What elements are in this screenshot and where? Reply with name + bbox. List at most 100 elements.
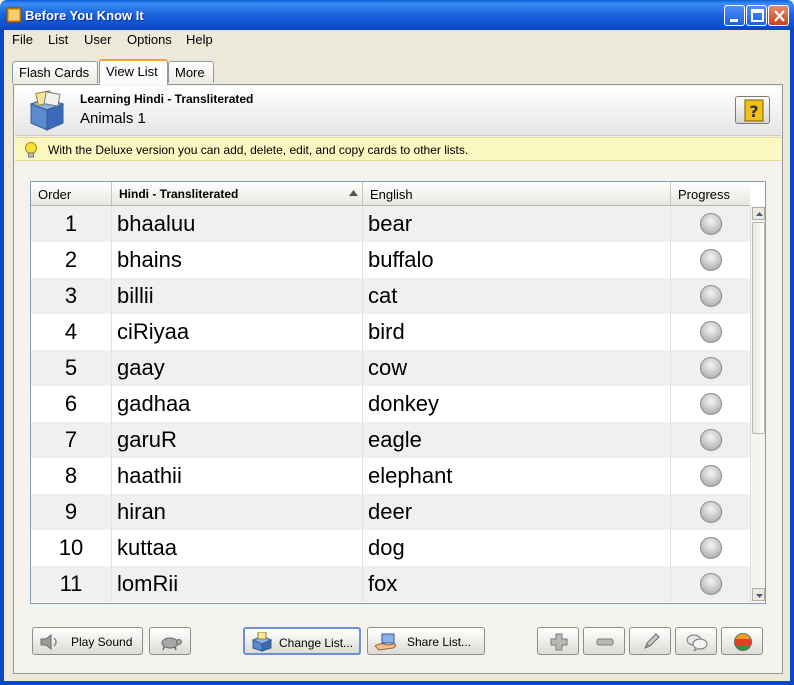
cell-hindi: bhains <box>112 242 363 278</box>
maximize-button[interactable] <box>746 5 767 26</box>
column-english[interactable]: English <box>363 182 671 205</box>
window-title: Before You Know It <box>25 8 144 23</box>
share-list-label: Share List... <box>407 635 472 649</box>
cell-order: 9 <box>31 494 112 530</box>
cell-progress <box>671 242 750 278</box>
cell-progress <box>671 566 750 602</box>
table-row[interactable]: 2 bhains buffalo <box>31 242 750 278</box>
column-order-label: Order <box>38 187 72 202</box>
change-list-button[interactable]: Change List... <box>243 627 361 655</box>
cell-order: 3 <box>31 278 112 314</box>
menu-help[interactable]: Help <box>186 32 213 47</box>
tab-more-label: More <box>175 65 205 80</box>
app-icon <box>6 7 22 23</box>
table-row[interactable]: 10 kuttaa dog <box>31 530 750 566</box>
cell-progress <box>671 350 750 386</box>
table-row[interactable]: 7 garuR eagle <box>31 422 750 458</box>
change-list-label: Change List... <box>279 636 354 650</box>
cell-hindi: kuttaa <box>112 530 363 566</box>
table-row[interactable]: 11 lomRii fox <box>31 566 750 602</box>
cell-progress <box>671 278 750 314</box>
minimize-button[interactable] <box>724 5 745 26</box>
table-row[interactable]: 3 billii cat <box>31 278 750 314</box>
table-row[interactable]: 8 haathii elephant <box>31 458 750 494</box>
column-progress[interactable]: Progress <box>671 182 750 205</box>
menu-list[interactable]: List <box>48 32 68 47</box>
table-row[interactable]: 4 ciRiyaa bird <box>31 314 750 350</box>
window-frame-right <box>790 30 794 685</box>
notice-text: With the Deluxe version you can add, del… <box>48 143 469 157</box>
cell-english: fox <box>363 566 671 602</box>
table-row[interactable]: 9 hiran deer <box>31 494 750 530</box>
progress-indicator-icon <box>700 285 722 307</box>
menu-user[interactable]: User <box>84 32 111 47</box>
pencil-icon <box>644 633 660 649</box>
cell-order: 11 <box>31 566 112 602</box>
column-hindi[interactable]: Hindi - Transliterated <box>112 182 363 205</box>
table-row[interactable]: 1 bhaaluu bear <box>31 206 750 242</box>
list-header: Learning Hindi - Transliterated Animals … <box>15 86 781 136</box>
progress-indicator-icon <box>700 501 722 523</box>
scroll-thumb[interactable] <box>752 222 765 434</box>
cell-order: 2 <box>31 242 112 278</box>
cell-order: 8 <box>31 458 112 494</box>
title-bar: Before You Know It <box>0 0 794 30</box>
help-button[interactable]: ? <box>735 96 770 124</box>
cell-english: deer <box>363 494 671 530</box>
menu-bar: File List User Options Help <box>4 30 790 50</box>
turtle-slow-button[interactable] <box>149 627 191 655</box>
cell-english: donkey <box>363 386 671 422</box>
cell-hindi: billii <box>112 278 363 314</box>
deluxe-notice: With the Deluxe version you can add, del… <box>15 137 781 161</box>
tab-more[interactable]: More <box>168 61 214 83</box>
share-list-button[interactable]: Share List... <box>367 627 485 655</box>
cell-english: eagle <box>363 422 671 458</box>
cell-order: 10 <box>31 530 112 566</box>
play-sound-label: Play Sound <box>71 635 133 649</box>
cell-hindi: gaay <box>112 350 363 386</box>
cell-hindi: ciRiyaa <box>112 314 363 350</box>
progress-indicator-icon <box>700 357 722 379</box>
scroll-up-button[interactable] <box>752 207 765 220</box>
play-sound-button[interactable]: Play Sound <box>32 627 143 655</box>
cell-progress <box>671 422 750 458</box>
cell-progress <box>671 494 750 530</box>
comment-button[interactable] <box>675 627 717 655</box>
menu-options[interactable]: Options <box>127 32 172 47</box>
table-row[interactable]: 5 gaay cow <box>31 350 750 386</box>
close-button[interactable] <box>768 5 789 26</box>
column-hindi-label: Hindi - Transliterated <box>119 187 239 201</box>
flag-icon <box>734 633 752 651</box>
cell-english: cat <box>363 278 671 314</box>
cell-progress <box>671 386 750 422</box>
progress-indicator-icon <box>700 465 722 487</box>
column-english-label: English <box>370 187 413 202</box>
column-order[interactable]: Order <box>31 182 112 205</box>
cell-hindi: haathii <box>112 458 363 494</box>
progress-indicator-icon <box>700 537 722 559</box>
delete-card-button[interactable] <box>583 627 625 655</box>
cell-order: 4 <box>31 314 112 350</box>
cell-hindi: hiran <box>112 494 363 530</box>
vertical-scrollbar[interactable] <box>750 206 765 603</box>
progress-indicator-icon <box>700 573 722 595</box>
add-card-button[interactable] <box>537 627 579 655</box>
progress-indicator-icon <box>700 213 722 235</box>
help-icon: ? <box>744 99 764 122</box>
scroll-down-button[interactable] <box>752 588 765 601</box>
edit-card-button[interactable] <box>629 627 671 655</box>
tab-view-list[interactable]: View List <box>99 59 168 85</box>
table-header: Order Hindi - Transliterated English Pro… <box>31 182 750 206</box>
progress-indicator-icon <box>700 429 722 451</box>
cell-order: 5 <box>31 350 112 386</box>
table-row[interactable]: 6 gadhaa donkey <box>31 386 750 422</box>
list-subtitle: Learning Hindi - Transliterated <box>80 92 254 106</box>
card-list-table: Order Hindi - Transliterated English Pro… <box>30 181 766 604</box>
cell-order: 1 <box>31 206 112 242</box>
tab-flash-cards[interactable]: Flash Cards <box>12 61 98 83</box>
cell-english: buffalo <box>363 242 671 278</box>
cell-progress <box>671 530 750 566</box>
progress-indicator-icon <box>700 393 722 415</box>
language-flag-button[interactable] <box>721 627 763 655</box>
menu-file[interactable]: File <box>12 32 33 47</box>
